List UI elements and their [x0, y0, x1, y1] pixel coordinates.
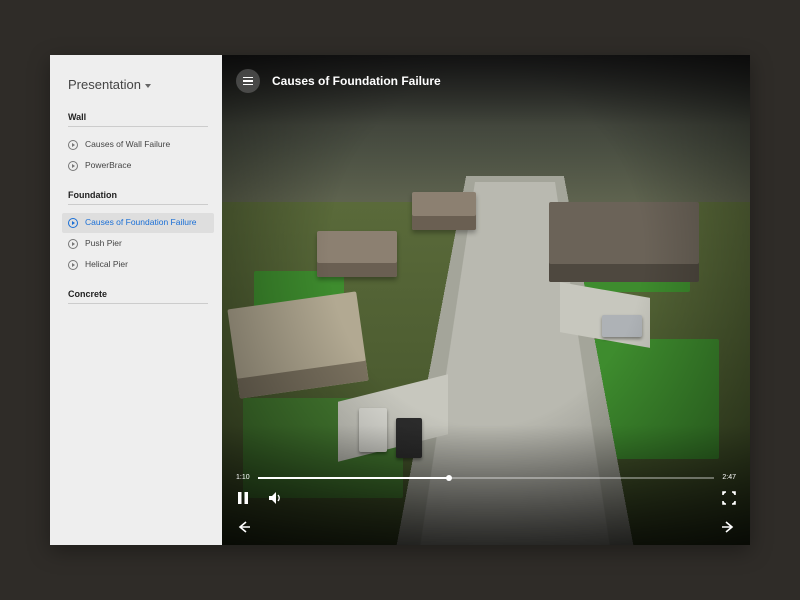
sidebar-item-label: Causes of Wall Failure [85, 140, 170, 149]
current-time: 1:10 [236, 474, 250, 481]
section-foundation-label: Foundation [68, 190, 208, 205]
video-player[interactable]: Causes of Foundation Failure 1:10 2:47 [222, 55, 750, 545]
menu-button[interactable] [236, 69, 260, 93]
presentation-dropdown[interactable]: Presentation [68, 77, 208, 92]
chevron-down-icon [145, 84, 151, 88]
sidebar-item-helical-pier[interactable]: Helical Pier [62, 255, 214, 275]
pause-button[interactable] [236, 491, 250, 505]
next-button[interactable] [720, 519, 736, 535]
sidebar-item-label: Helical Pier [85, 260, 128, 269]
play-icon [68, 218, 78, 228]
sidebar-item-wall-causes[interactable]: Causes of Wall Failure [62, 135, 214, 155]
seek-track[interactable] [258, 477, 715, 479]
play-icon [68, 239, 78, 249]
section-wall-label: Wall [68, 112, 208, 127]
fullscreen-button[interactable] [722, 491, 736, 505]
duration: 2:47 [722, 474, 736, 481]
seek-bar[interactable]: 1:10 2:47 [236, 474, 736, 481]
sidebar-item-label: Causes of Foundation Failure [85, 218, 197, 227]
sidebar-item-push-pier[interactable]: Push Pier [62, 234, 214, 254]
prev-button[interactable] [236, 519, 252, 535]
sidebar-item-powerbrace[interactable]: PowerBrace [62, 156, 214, 176]
video-header: Causes of Foundation Failure [236, 69, 441, 93]
play-icon [68, 260, 78, 270]
seek-knob[interactable] [446, 475, 452, 481]
sidebar: Presentation Wall Causes of Wall Failure… [50, 55, 222, 545]
video-title: Causes of Foundation Failure [272, 74, 441, 88]
nav-arrows [236, 519, 736, 535]
play-icon [68, 140, 78, 150]
video-controls: 1:10 2:47 [236, 474, 736, 505]
seek-fill [258, 477, 450, 479]
sidebar-title-label: Presentation [68, 77, 141, 92]
app-window: Presentation Wall Causes of Wall Failure… [50, 55, 750, 545]
volume-button[interactable] [268, 491, 282, 505]
sidebar-item-label: PowerBrace [85, 161, 131, 170]
play-icon [68, 161, 78, 171]
sidebar-item-foundation-causes[interactable]: Causes of Foundation Failure [62, 213, 214, 233]
sidebar-item-label: Push Pier [85, 239, 122, 248]
video-frame [222, 55, 750, 545]
section-concrete-label: Concrete [68, 289, 208, 304]
